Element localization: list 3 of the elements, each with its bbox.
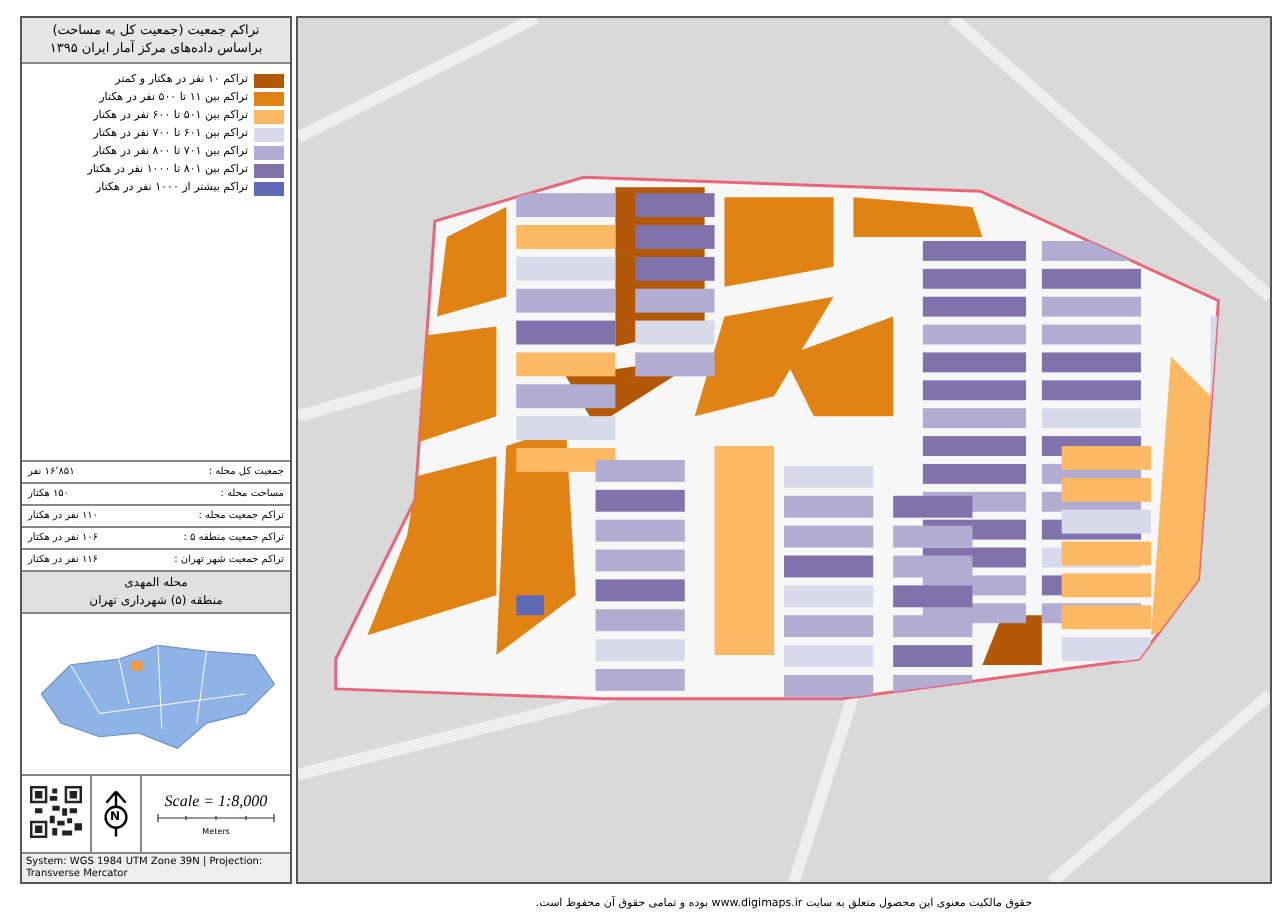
scale-text: Scale = 1:8,000: [164, 792, 268, 810]
scale-bar-icon: [156, 812, 276, 824]
qr-code-icon: [30, 786, 82, 838]
